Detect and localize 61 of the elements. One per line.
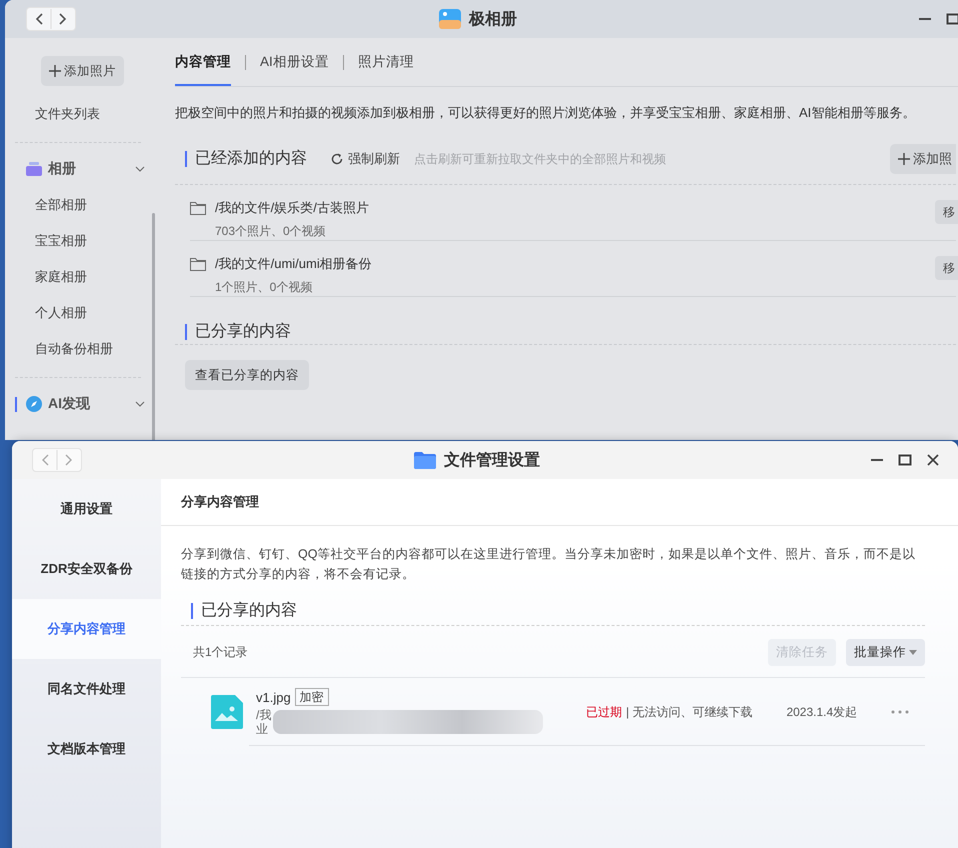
scrollbar[interactable] <box>152 213 155 440</box>
status-label: 已过期 <box>586 704 622 720</box>
sidebar-item[interactable]: 宝宝相册 <box>5 223 155 259</box>
folder-icon <box>190 258 206 271</box>
plus-icon <box>898 153 910 165</box>
window-title: 文件管理设置 <box>444 450 540 470</box>
toolbar-button[interactable]: 批量操作 <box>846 639 925 666</box>
view-shared-button[interactable]: 查看已分享的内容 <box>185 360 309 390</box>
section-title: 已分享的内容 <box>185 324 291 340</box>
folder-counts: 703个照片、0个视频 <box>215 223 327 240</box>
section-title: 已分享的内容 <box>191 603 297 619</box>
file-name: v1.jpg <box>256 690 291 704</box>
folder-path: /我的文件/umi/umi相册备份 <box>215 255 372 273</box>
sidebar-item[interactable]: 个人相册 <box>5 295 155 331</box>
folder-counts: 1个照片、0个视频 <box>215 279 314 296</box>
close-icon[interactable] <box>926 453 940 467</box>
window-title: 极相册 <box>469 10 517 30</box>
encrypted-badge: 加密 <box>294 688 329 706</box>
sidebar-item[interactable]: 分享内容管理 <box>12 599 161 659</box>
move-button[interactable]: 移 <box>935 200 958 224</box>
tab[interactable]: 内容管理 <box>175 38 231 86</box>
sidebar-item[interactable]: 家庭相册 <box>5 259 155 295</box>
more-icon[interactable] <box>891 710 910 714</box>
section-title: 已经添加的内容 <box>185 151 307 167</box>
add-photo-button[interactable]: 添加照片 <box>41 56 124 86</box>
sidebar-item[interactable]: 文件夹列表 <box>5 96 155 132</box>
file-path: /我 <box>256 708 272 722</box>
hint-text: 点击刷新可重新拉取文件夹中的全部照片和视频 <box>414 150 666 168</box>
album-stack-icon <box>26 162 42 176</box>
add-photo-button[interactable]: 添加照 <box>890 144 956 174</box>
move-button[interactable]: 移 <box>935 256 958 280</box>
sidebar-group[interactable]: AI发现 <box>48 395 90 413</box>
tab[interactable]: AI相册设置 <box>260 38 329 86</box>
share-date: 2023.1.4发起 <box>786 704 858 720</box>
record-count: 共1个记录 <box>193 644 248 661</box>
sidebar-item[interactable]: 自动备份相册 <box>5 331 155 367</box>
chevron-down-icon[interactable] <box>135 166 145 172</box>
photo-app-icon <box>439 9 461 29</box>
image-file-icon <box>211 695 243 729</box>
description: 分享到微信、钉钉、QQ等社交平台的内容都可以在这里进行管理。当分享未加密时，如果是以单个文件、照片、音乐，而不是以链接的方式分享的内容，将不会有记录。 <box>181 546 916 583</box>
back-forward-buttons[interactable] <box>26 7 76 31</box>
chevron-down-icon[interactable] <box>135 401 145 407</box>
sidebar-item[interactable]: 文档版本管理 <box>12 719 161 779</box>
plus-icon <box>49 65 61 77</box>
folder-icon <box>190 202 206 215</box>
sidebar-item[interactable]: ZDR安全双备份 <box>12 539 161 599</box>
sidebar-item[interactable]: 同名文件处理 <box>12 659 161 719</box>
folder-path: /我的文件/娱乐类/古装照片 <box>215 199 369 217</box>
compass-icon <box>26 396 42 412</box>
sidebar-group[interactable]: 相册 <box>48 160 76 178</box>
sidebar-item[interactable]: 通用设置 <box>12 479 161 539</box>
file-path: 业 <box>256 722 269 736</box>
maximize-icon[interactable] <box>946 12 958 26</box>
description: 把极空间中的照片和拍摄的视频添加到极相册，可以获得更好的照片浏览体验，并享受宝宝相册、家庭相册、AI智能相册等服务。 <box>175 104 916 122</box>
folder-icon <box>414 451 436 469</box>
status-detail: | 无法访问、可继续下载 <box>626 704 752 720</box>
tab[interactable]: 照片清理 <box>358 38 414 86</box>
refresh-icon <box>331 153 343 165</box>
sidebar-item[interactable]: 全部相册 <box>5 187 155 223</box>
maximize-icon[interactable] <box>898 453 912 467</box>
refresh-button[interactable]: 强制刷新 <box>331 150 400 168</box>
